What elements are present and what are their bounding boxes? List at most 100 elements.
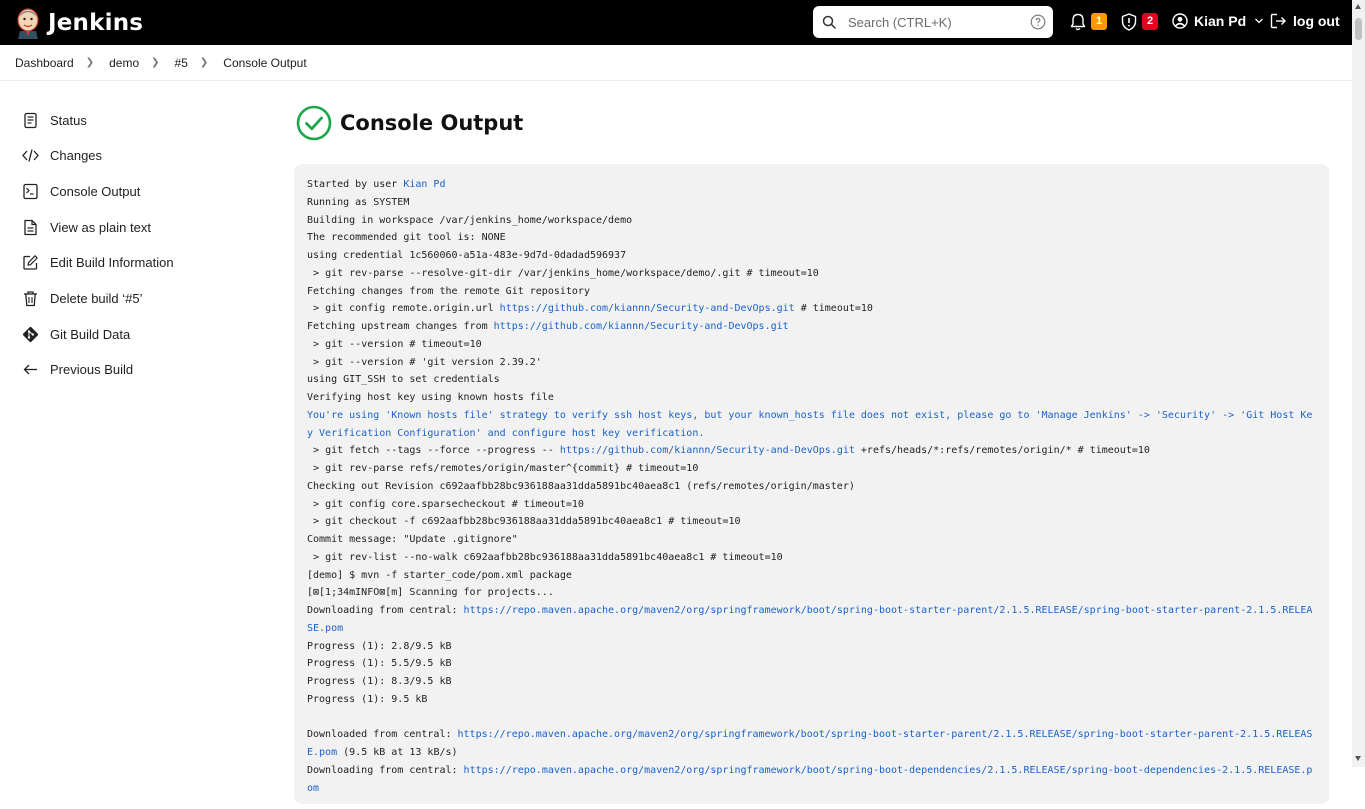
console-line: Fetching changes from the remote Git rep… — [307, 283, 1316, 301]
console-line: Checking out Revision c692aafbb28bc93618… — [307, 478, 1316, 496]
console-text: Started by user — [307, 179, 404, 190]
search-input[interactable] — [846, 13, 1028, 31]
console-text: Fetching upstream changes from — [307, 321, 494, 332]
console-line: Verifying host key using known hosts fil… — [307, 389, 1316, 407]
console-line: Running as SYSTEM — [307, 194, 1316, 212]
git-icon — [22, 326, 39, 342]
console-line: > git rev-parse --resolve-git-dir /var/j… — [307, 265, 1316, 283]
console-text: Checking out Revision c692aafbb28bc93618… — [307, 480, 855, 492]
console-text: Fetching changes from the remote Git rep… — [307, 285, 590, 297]
console-text: > git rev-list --no-walk c692aafbb28bc93… — [307, 551, 783, 563]
success-check-icon — [296, 105, 332, 141]
top-bar: Jenkins 1 2 Kian Pd — [0, 0, 1352, 45]
console-text: > git --version # timeout=10 — [307, 338, 482, 350]
console-line: [⊠[1;34mINFO⊠[m] Scanning for projects..… — [307, 584, 1316, 602]
breadcrumb-build[interactable]: #5 — [175, 56, 188, 70]
console-text: > git config remote.origin.url — [307, 303, 500, 315]
console-line: Commit message: "Update .gitignore" — [307, 531, 1316, 549]
chevron-right-icon: ❯ — [85, 57, 95, 68]
console-line: > git config remote.origin.url https://g… — [307, 300, 1316, 318]
console-output-panel: Started by user Kian Pd Running as SYSTEM… — [294, 164, 1329, 804]
scroll-thumb[interactable] — [1355, 18, 1362, 40]
scroll-down-arrow-icon[interactable] — [1355, 756, 1361, 761]
chevron-down-icon — [1255, 18, 1264, 24]
console-line: Building in workspace /var/jenkins_home/… — [307, 212, 1316, 230]
console-line: Progress (1): 5.5/9.5 kB — [307, 655, 1316, 673]
sidebar-item-changes[interactable]: Changes — [22, 145, 102, 165]
sidebar-item-edit-build[interactable]: Edit Build Information — [22, 252, 174, 272]
sidebar-item-previous-build[interactable]: Previous Build — [22, 359, 133, 379]
logout-label: log out — [1293, 13, 1340, 29]
user-menu[interactable]: Kian Pd — [1172, 13, 1264, 29]
shield-icon[interactable] — [1121, 13, 1137, 31]
console-text: Progress (1): 5.5/9.5 kB — [307, 658, 452, 670]
console-text: (9.5 kB at 13 kB/s) — [337, 747, 458, 758]
logout-link[interactable]: log out — [1270, 13, 1340, 29]
sidebar-item-delete-build[interactable]: Delete build ‘#5’ — [22, 288, 143, 308]
console-line: Progress (1): 8.3/9.5 kB — [307, 673, 1316, 691]
console-text: Running as SYSTEM — [307, 196, 410, 208]
page-scrollbar[interactable] — [1352, 0, 1365, 767]
console-text: # timeout=10 — [794, 303, 873, 315]
console-text: [demo] $ mvn -f starter_code/pom.xml pac… — [307, 569, 572, 581]
console-line: > git config core.sparsecheckout # timeo… — [307, 496, 1316, 514]
console-line: > git rev-parse refs/remotes/origin/mast… — [307, 460, 1316, 478]
security-badge[interactable]: 2 — [1142, 13, 1158, 30]
console-line: Progress (1): 9.5 kB — [307, 691, 1316, 709]
logout-icon — [1270, 13, 1286, 29]
jenkins-home-link[interactable]: Jenkins — [14, 7, 143, 39]
sidebar-item-label: Delete build ‘#5’ — [50, 290, 143, 306]
console-text: using credential 1c560060-a51a-483e-9d7d… — [307, 250, 627, 261]
breadcrumb-job[interactable]: demo — [109, 56, 139, 70]
console-text: [⊠[1;34mINFO⊠[m] Scanning for projects..… — [307, 587, 554, 599]
console-line: > git --version # timeout=10 — [307, 336, 1316, 354]
help-icon[interactable] — [1030, 14, 1046, 30]
search-icon — [822, 15, 836, 29]
console-line: Downloading from central: https://repo.m… — [307, 762, 1316, 798]
console-line: > git fetch --tags --force --progress --… — [307, 442, 1316, 460]
console-link[interactable]: https://github.com/kiannn/Security-and-D… — [560, 445, 855, 456]
breadcrumb-current[interactable]: Console Output — [223, 56, 306, 70]
console-text: Progress (1): 9.5 kB — [307, 693, 428, 705]
code-icon — [22, 148, 39, 162]
edit-icon — [23, 254, 38, 270]
console-text: using GIT_SSH to set credentials — [307, 374, 500, 386]
sidebar-item-label: Console Output — [50, 183, 141, 199]
console-log: Started by user Kian Pd Running as SYSTEM… — [294, 164, 1329, 809]
search-box[interactable] — [813, 6, 1053, 38]
user-icon — [1172, 13, 1188, 29]
console-link[interactable]: https://repo.maven.apache.org/maven2/org… — [307, 729, 1312, 758]
console-text: > git config core.sparsecheckout # timeo… — [307, 498, 584, 510]
console-link[interactable]: Kian Pd — [403, 179, 445, 190]
sidebar-item-label: View as plain text — [50, 219, 151, 235]
console-text: Downloading from central: — [307, 605, 464, 616]
console-text: Building in workspace /var/jenkins_home/… — [307, 214, 633, 226]
console-line: > git --version # 'git version 2.39.2' — [307, 354, 1316, 372]
sidebar-item-status[interactable]: Status — [22, 110, 87, 130]
sidebar-item-git-build-data[interactable]: Git Build Data — [22, 324, 130, 344]
notification-badge[interactable]: 1 — [1091, 13, 1107, 30]
console-link[interactable]: https://github.com/kiannn/Security-and-D… — [500, 303, 795, 314]
bell-icon[interactable] — [1070, 13, 1086, 31]
sidebar-item-plain-text[interactable]: View as plain text — [22, 217, 151, 237]
console-note: You're using 'Known hosts file' strategy… — [307, 409, 1313, 439]
console-text: > git rev-parse refs/remotes/origin/mast… — [307, 463, 699, 474]
console-line: using credential 1c560060-a51a-483e-9d7d… — [307, 247, 1316, 265]
sidebar-item-console-output[interactable]: Console Output — [22, 181, 140, 201]
console-line: The recommended git tool is: NONE — [307, 229, 1316, 247]
arrow-left-icon — [23, 364, 37, 374]
console-line: [demo] $ mvn -f starter_code/pom.xml pac… — [307, 567, 1316, 585]
console-link[interactable]: https://github.com/kiannn/Security-and-D… — [494, 321, 789, 332]
trash-icon — [24, 290, 37, 306]
console-text: > git fetch --tags --force --progress -- — [307, 445, 560, 457]
page-title: Console Output — [340, 111, 524, 135]
console-text: Progress (1): 2.8/9.5 kB — [307, 640, 452, 652]
chevron-right-icon: ❯ — [199, 57, 209, 68]
breadcrumb-dashboard[interactable]: Dashboard — [15, 56, 74, 70]
console-text: Downloaded from central: — [307, 729, 458, 741]
console-text: > git checkout -f c692aafbb28bc936188aa3… — [307, 516, 741, 528]
console-text: Progress (1): 8.3/9.5 kB — [307, 676, 452, 687]
user-name: Kian Pd — [1194, 13, 1247, 29]
scroll-up-arrow-icon[interactable] — [1355, 4, 1361, 9]
